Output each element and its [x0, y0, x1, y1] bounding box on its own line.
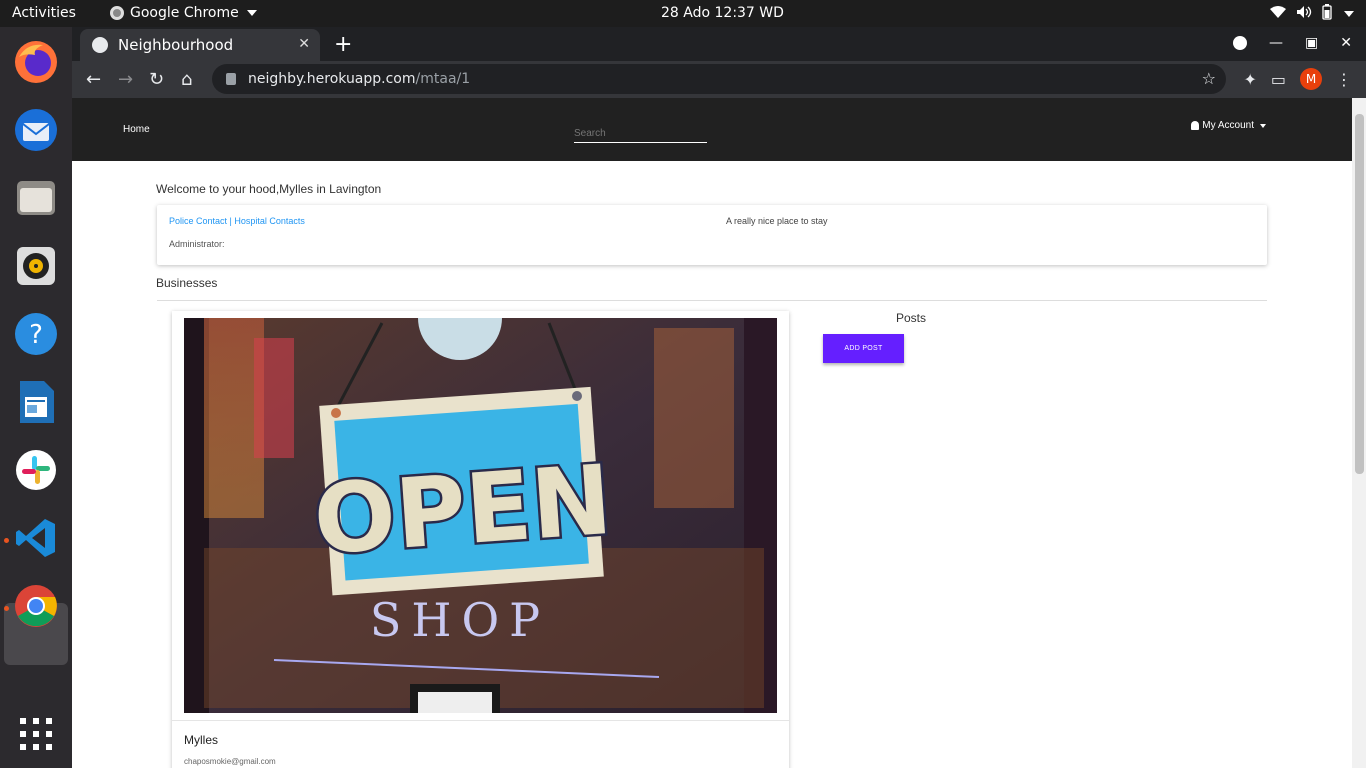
- system-top-bar: Activities Google Chrome 28 Ado 12:37 WD: [0, 0, 1366, 27]
- svg-text:OPEN: OPEN: [310, 444, 615, 577]
- nav-home-link[interactable]: Home: [123, 124, 150, 135]
- neighbourhood-description: A really nice place to stay: [726, 216, 828, 226]
- chevron-down-icon: [1344, 11, 1354, 17]
- close-icon[interactable]: ✕: [298, 36, 310, 52]
- battery-icon: [1322, 4, 1332, 24]
- svg-text:SHOP: SHOP: [370, 593, 550, 647]
- section-divider: [157, 300, 1267, 301]
- page-viewport: Home My Account Welcome to your hood,Myl…: [72, 98, 1366, 768]
- system-clock[interactable]: 28 Ado 12:37 WD: [661, 5, 784, 21]
- search-input[interactable]: [574, 118, 707, 143]
- tab-search-icon[interactable]: [1233, 36, 1248, 50]
- site-navbar: Home My Account: [72, 98, 1352, 161]
- files-icon[interactable]: [12, 174, 60, 222]
- businesses-heading: Businesses: [156, 276, 218, 290]
- card-divider: [172, 720, 789, 721]
- window-controls: — ▣ ✕: [1233, 35, 1352, 51]
- minimize-button[interactable]: —: [1269, 35, 1283, 51]
- thunderbird-icon[interactable]: [12, 106, 60, 154]
- menu-kebab-icon[interactable]: ⋮: [1336, 70, 1352, 89]
- wifi-icon: [1270, 5, 1286, 23]
- reload-button[interactable]: ↻: [149, 69, 164, 90]
- hospital-contacts-link[interactable]: Hospital Contacts: [234, 216, 305, 226]
- administrator-label: Administrator:: [169, 239, 225, 249]
- posts-heading: Posts: [896, 311, 927, 325]
- business-owner-name: Mylles: [184, 733, 219, 747]
- help-icon[interactable]: ?: [12, 310, 60, 358]
- home-button[interactable]: ⌂: [181, 69, 192, 90]
- extensions-icon[interactable]: ✦: [1243, 70, 1256, 89]
- chevron-down-icon: [1260, 123, 1266, 128]
- forward-button[interactable]: →: [118, 69, 133, 90]
- lock-icon: [226, 73, 236, 85]
- svg-text:?: ?: [29, 320, 43, 350]
- business-card[interactable]: OPEN SHOP Mylles chaposmokie@gmail.com: [172, 311, 789, 768]
- slack-icon[interactable]: [12, 446, 60, 494]
- new-tab-button[interactable]: +: [334, 32, 352, 57]
- address-bar[interactable]: neighby.herokuapp.com /mtaa/1 ☆: [212, 64, 1226, 94]
- add-post-button[interactable]: ADD POST: [823, 334, 904, 363]
- neighbourhood-info-card: Police Contact | Hospital Contacts A rea…: [157, 205, 1267, 265]
- libreoffice-writer-icon[interactable]: [12, 378, 60, 426]
- rhythmbox-icon[interactable]: [12, 242, 60, 290]
- firefox-icon[interactable]: [12, 38, 60, 86]
- chevron-down-icon: [246, 10, 257, 16]
- url-path: /mtaa/1: [415, 71, 471, 87]
- my-account-dropdown[interactable]: My Account: [1191, 120, 1266, 131]
- system-tray[interactable]: [1270, 4, 1354, 24]
- dock: ?: [0, 27, 72, 768]
- welcome-heading: Welcome to your hood,Mylles in Lavington: [156, 182, 382, 196]
- cast-icon[interactable]: ▭: [1271, 70, 1286, 89]
- activities-button[interactable]: Activities: [12, 5, 76, 21]
- my-account-label: My Account: [1202, 120, 1254, 131]
- url-host: neighby.herokuapp.com: [248, 71, 416, 87]
- tab-title: Neighbourhood: [118, 36, 234, 54]
- police-contact-link[interactable]: Police Contact: [169, 216, 227, 226]
- scrollbar-thumb[interactable]: [1355, 114, 1364, 474]
- toolbar-actions: ✦ ▭ M ⋮: [1243, 68, 1352, 90]
- volume-icon: [1296, 5, 1312, 23]
- vscode-icon[interactable]: [12, 514, 60, 562]
- browser-toolbar: ← → ↻ ⌂ neighby.herokuapp.com /mtaa/1 ☆ …: [72, 61, 1366, 98]
- maximize-button[interactable]: ▣: [1305, 35, 1318, 51]
- back-button[interactable]: ←: [86, 69, 101, 90]
- business-email: chaposmokie@gmail.com: [184, 757, 276, 766]
- bookmark-star-icon[interactable]: ☆: [1202, 69, 1216, 88]
- chrome-mini-icon: [110, 6, 124, 20]
- close-window-button[interactable]: ✕: [1340, 35, 1352, 51]
- user-icon: [1191, 121, 1200, 130]
- contact-links: Police Contact | Hospital Contacts: [169, 216, 305, 226]
- app-menu[interactable]: Google Chrome: [110, 5, 257, 21]
- running-indicator: [4, 606, 9, 611]
- browser-tab-bar: Neighbourhood ✕ + — ▣ ✕: [72, 27, 1366, 61]
- globe-icon: [92, 37, 108, 53]
- chrome-icon[interactable]: [12, 582, 60, 630]
- running-indicator: [4, 538, 9, 543]
- business-image: OPEN SHOP: [184, 318, 777, 713]
- browser-tab[interactable]: Neighbourhood ✕: [80, 29, 320, 61]
- app-menu-label: Google Chrome: [130, 5, 239, 21]
- profile-avatar[interactable]: M: [1300, 68, 1322, 90]
- page-scrollbar[interactable]: [1352, 98, 1366, 768]
- app-grid-icon[interactable]: [12, 710, 60, 758]
